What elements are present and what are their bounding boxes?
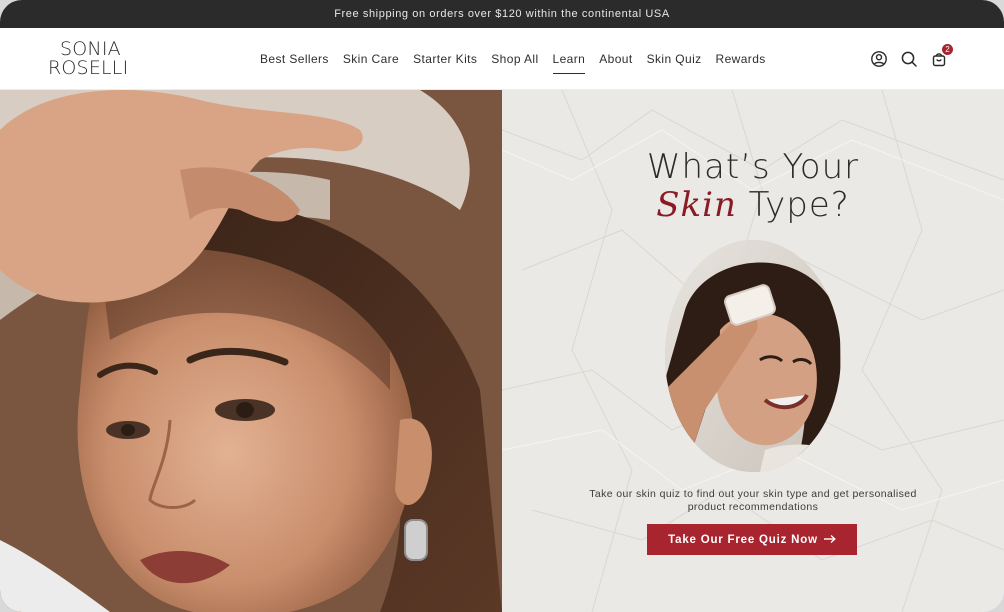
- announcement-bar: Free shipping on orders over $120 within…: [0, 0, 1004, 28]
- bag-icon[interactable]: 2: [930, 44, 953, 68]
- announcement-text: Free shipping on orders over $120 within…: [334, 8, 670, 20]
- headline-accent: Skin: [656, 185, 737, 225]
- main-nav: Best Sellers Skin Care Starter Kits Shop…: [260, 28, 766, 90]
- nav-item-skin-quiz[interactable]: Skin Quiz: [647, 48, 702, 70]
- nav-item-skin-care[interactable]: Skin Care: [343, 48, 399, 70]
- search-icon[interactable]: [900, 50, 918, 68]
- hero-model-photo: [0, 90, 502, 612]
- nav-item-about[interactable]: About: [599, 48, 632, 70]
- hero-description: Take our skin quiz to find out your skin…: [589, 488, 917, 513]
- brand-logo[interactable]: SONIA ROSELLI: [48, 40, 148, 78]
- brand-line-2: ROSELLI: [48, 57, 129, 79]
- nav-item-best-sellers[interactable]: Best Sellers: [260, 48, 329, 70]
- headline-rest: Type?: [736, 185, 850, 225]
- header-actions: 2: [870, 28, 953, 90]
- take-quiz-label: Take Our Free Quiz Now: [668, 533, 818, 546]
- nav-item-learn[interactable]: Learn: [552, 48, 586, 74]
- headline-line-1: What’s Your: [646, 147, 860, 187]
- nav-item-shop-all[interactable]: Shop All: [491, 48, 538, 70]
- nav-item-rewards[interactable]: Rewards: [716, 48, 766, 70]
- hero-quiz-panel: What’s Your Skin Type? Take our skin qui…: [502, 90, 1004, 612]
- user-icon[interactable]: [870, 50, 888, 68]
- browser-frame: Free shipping on orders over $120 within…: [0, 0, 1004, 612]
- hero-oval-photo: [665, 240, 841, 472]
- take-quiz-button[interactable]: Take Our Free Quiz Now: [647, 524, 857, 555]
- hero-headline: What’s Your Skin Type?: [502, 148, 1004, 224]
- site-header: SONIA ROSELLI Best Sellers Skin Care Sta…: [0, 28, 1004, 90]
- arrow-right-icon: [823, 532, 836, 547]
- nav-item-starter-kits[interactable]: Starter Kits: [413, 48, 477, 70]
- cart-count-badge: 2: [942, 44, 953, 55]
